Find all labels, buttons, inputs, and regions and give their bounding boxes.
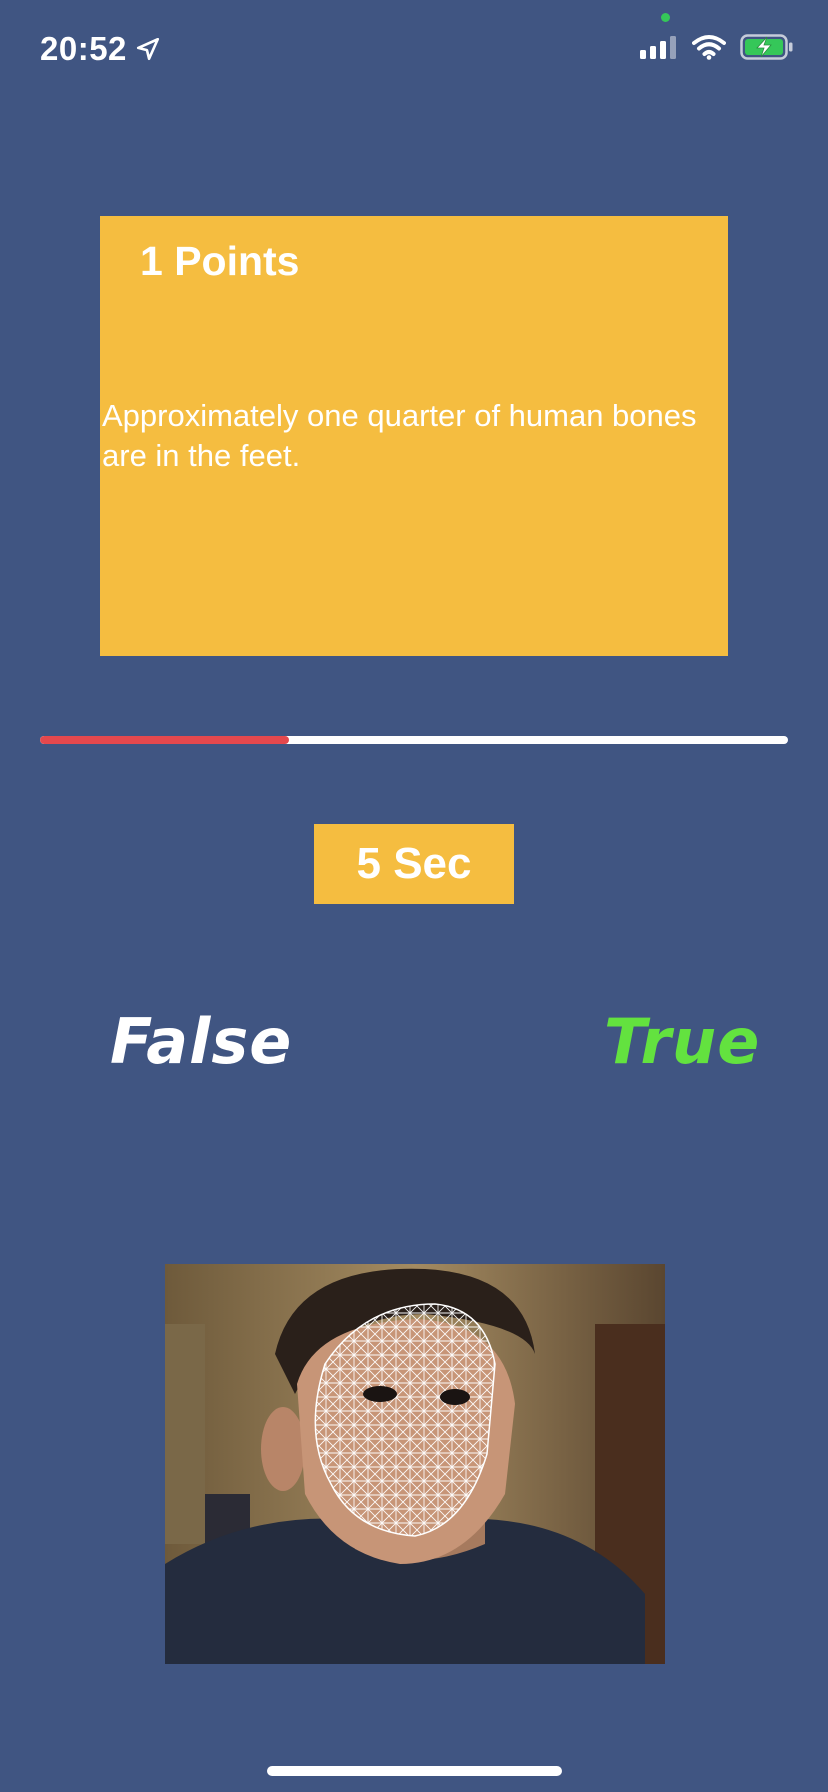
time-progress-bar: [40, 736, 788, 744]
question-card: 1 Points Approximately one quarter of hu…: [100, 216, 728, 656]
question-text: Approximately one quarter of human bones…: [102, 398, 697, 473]
location-arrow-icon: [136, 37, 159, 61]
status-time: 20:52: [40, 30, 161, 68]
camera-preview: [165, 1264, 665, 1664]
timer-badge: 5 Sec: [314, 824, 514, 904]
true-answer-button[interactable]: True: [604, 1005, 760, 1078]
wifi-icon: [692, 35, 726, 60]
face-mesh-camera-preview-icon: [165, 1264, 665, 1664]
time-progress-fill: [40, 736, 290, 744]
points-label: 1 Points: [140, 238, 300, 284]
privacy-indicator-dot: [661, 13, 670, 22]
timer-label: 5 Sec: [356, 839, 472, 888]
false-answer-button[interactable]: False: [110, 1005, 292, 1078]
status-icons: [640, 34, 794, 60]
home-indicator[interactable]: [267, 1766, 562, 1776]
status-time-text: 20:52: [40, 30, 127, 67]
cellular-signal-icon: [640, 36, 676, 59]
battery-charging-icon: [740, 34, 793, 60]
quiz-screen: 20:52 1 Points Approximately one quarter…: [0, 0, 828, 1792]
